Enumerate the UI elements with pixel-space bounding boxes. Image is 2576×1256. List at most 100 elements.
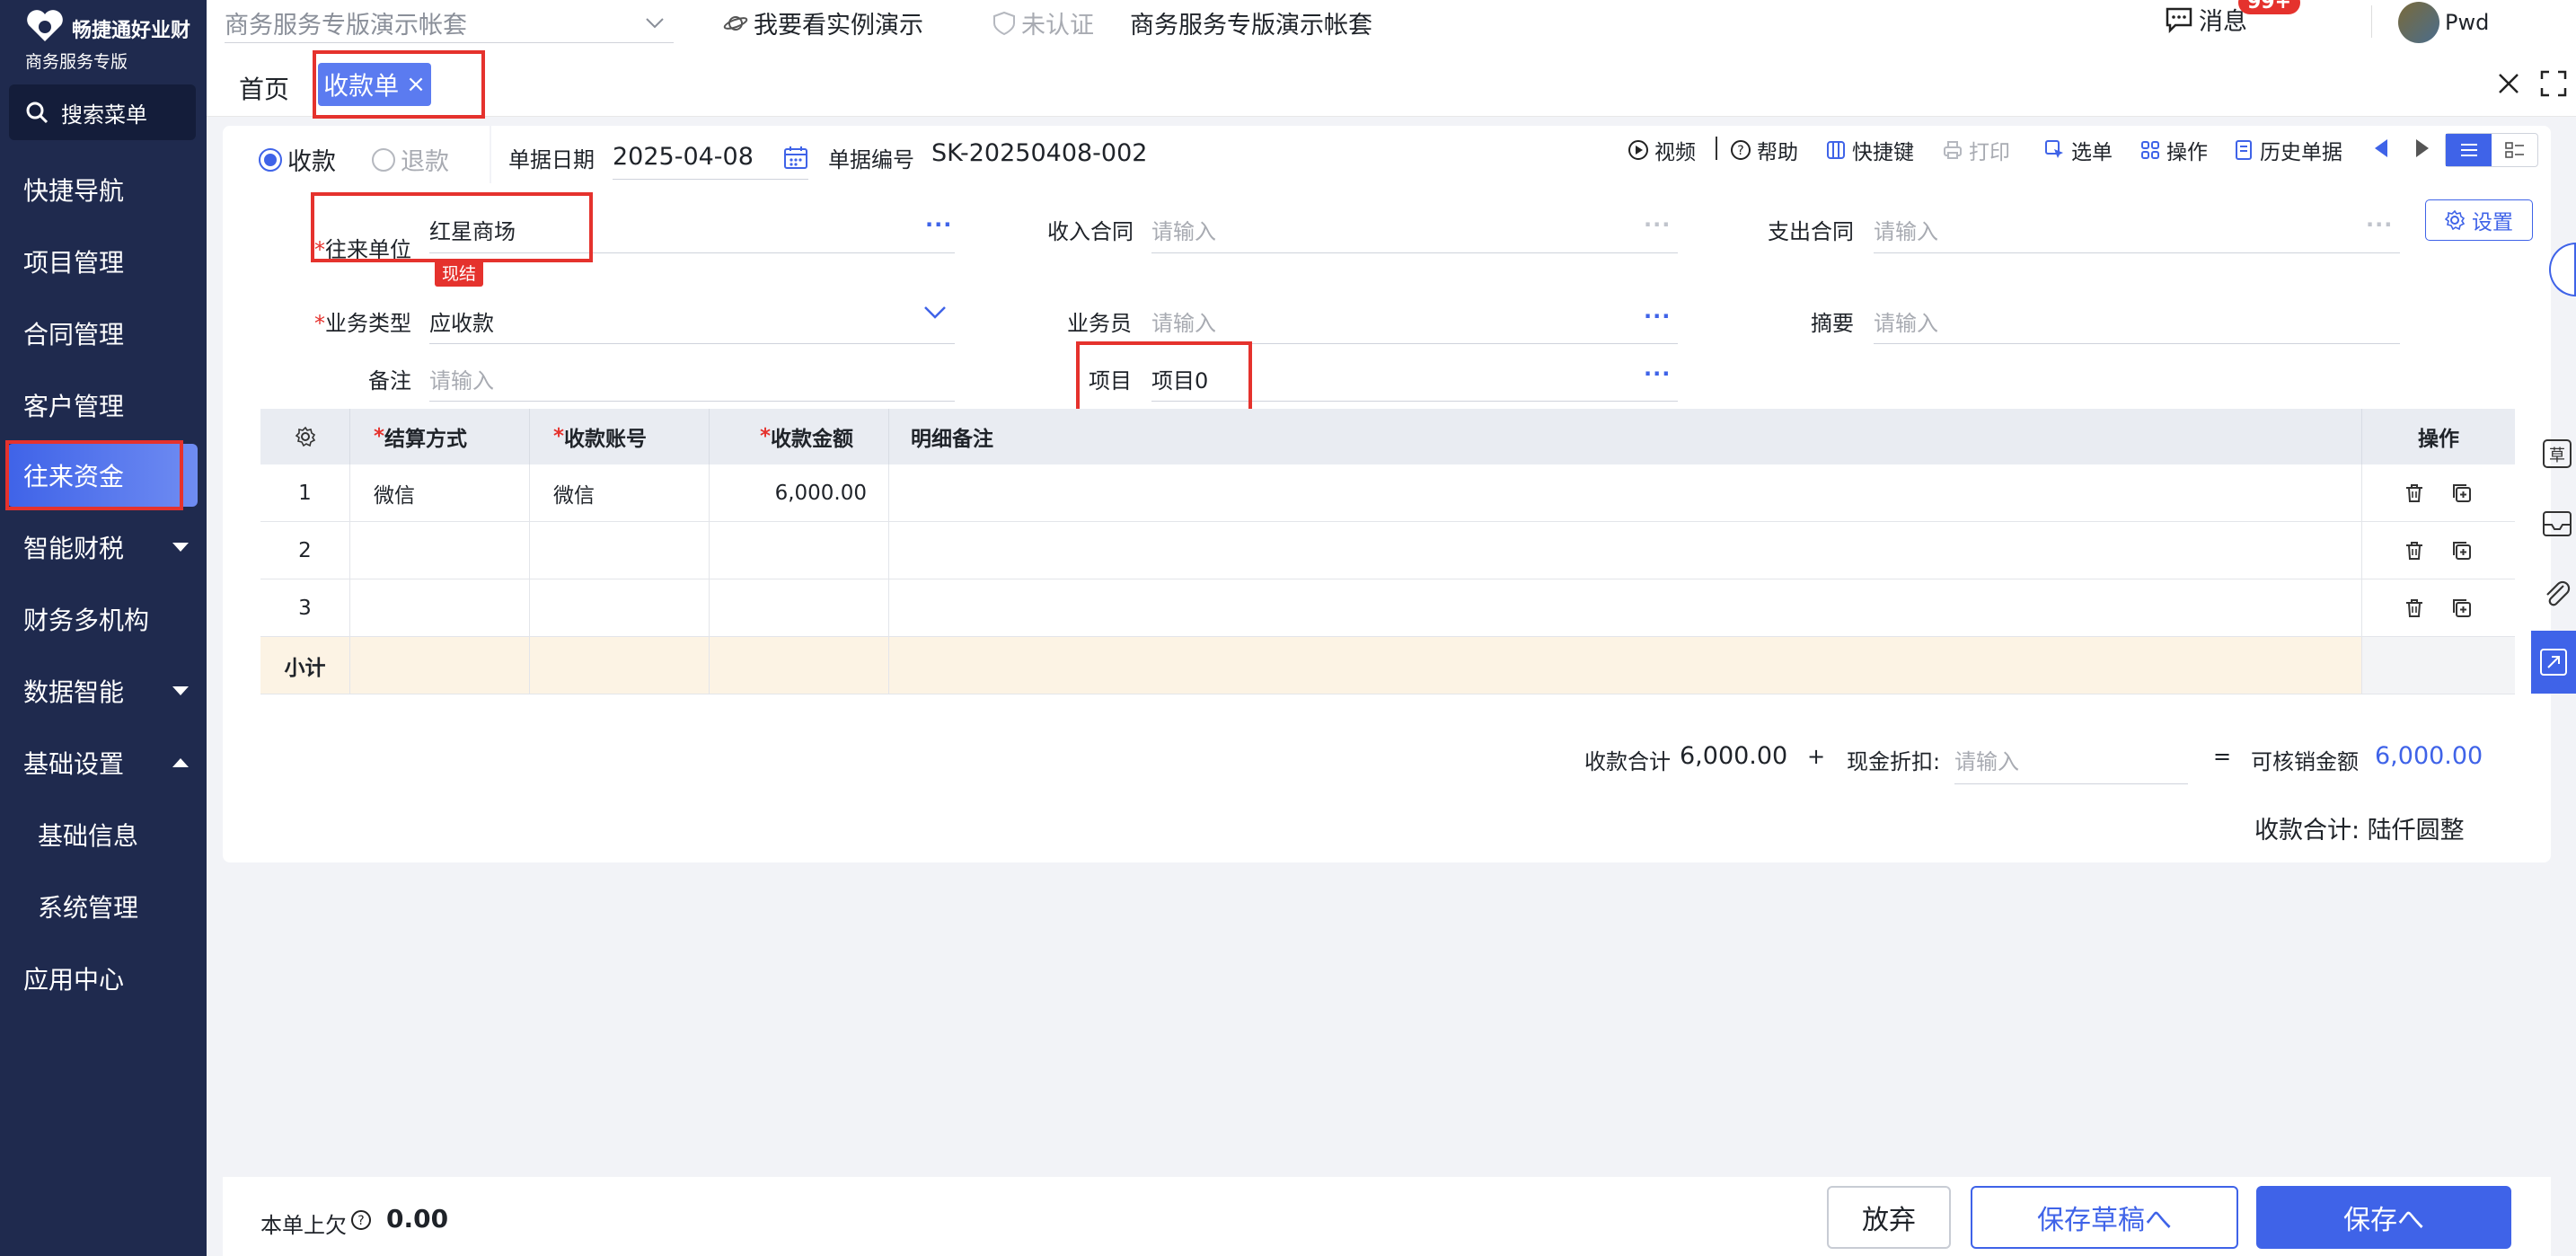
- search-menu-button[interactable]: 搜索菜单: [9, 84, 196, 140]
- copy-add-icon[interactable]: [2451, 482, 2473, 504]
- salesperson-picker-icon[interactable]: ···: [1644, 304, 1671, 329]
- attachment-icon[interactable]: [2538, 575, 2576, 613]
- table-cell-note[interactable]: [889, 522, 2362, 579]
- select-label: 选单: [2071, 141, 2113, 164]
- expand-icon: [2540, 649, 2567, 676]
- date-field[interactable]: 2025-04-08: [613, 135, 808, 180]
- project-picker-icon[interactable]: ···: [1644, 361, 1671, 386]
- calendar-icon[interactable]: [783, 145, 808, 170]
- sidebar-item-label: 数据智能: [23, 677, 125, 707]
- sidebar-item[interactable]: 智能财税: [0, 516, 207, 579]
- shortcut-label: 快捷键: [1852, 141, 1914, 164]
- trash-icon[interactable]: [2404, 540, 2424, 562]
- project-value[interactable]: 项目0: [1151, 363, 1208, 394]
- sidebar-item-label: 应用中心: [23, 965, 125, 995]
- close-icon[interactable]: ×: [406, 71, 426, 98]
- table-cell-amount[interactable]: 6,000.00: [710, 464, 889, 522]
- demo-link[interactable]: 我要看实例演示: [723, 5, 923, 40]
- expense-contract-picker-icon[interactable]: ···: [2366, 212, 2393, 237]
- table-cell-note[interactable]: [889, 579, 2362, 637]
- discard-button[interactable]: 放弃: [1827, 1186, 1951, 1249]
- table-row-ops: [2362, 579, 2515, 637]
- table-cell-amount[interactable]: [710, 522, 889, 579]
- user-menu[interactable]: Pwd: [2398, 2, 2489, 43]
- select-button[interactable]: 选单: [2044, 135, 2113, 165]
- document-icon: [2236, 140, 2252, 160]
- discount-input[interactable]: 请输入: [1954, 744, 2019, 775]
- video-button[interactable]: 视频: [1628, 135, 1696, 165]
- play-icon: [1628, 140, 1648, 160]
- sidebar-item[interactable]: 系统管理: [0, 875, 207, 938]
- sidebar-item[interactable]: 财务多机构: [0, 588, 207, 650]
- sidebar-item[interactable]: 数据智能: [0, 659, 207, 722]
- sidebar-item[interactable]: 基础设置: [0, 731, 207, 794]
- copy-add-icon[interactable]: [2451, 540, 2473, 562]
- tab-receipt[interactable]: 收款单 ×: [318, 63, 431, 106]
- sidebar-item[interactable]: 项目管理: [0, 230, 207, 293]
- close-all-icon[interactable]: [2497, 72, 2520, 95]
- expand-button[interactable]: [2531, 631, 2576, 694]
- sidebar-item[interactable]: 基础信息: [0, 803, 207, 866]
- print-button[interactable]: 打印: [1942, 135, 2010, 165]
- partner-picker-icon[interactable]: ···: [925, 212, 952, 237]
- sidebar-item[interactable]: 合同管理: [0, 302, 207, 365]
- column-settings[interactable]: [260, 409, 350, 464]
- summary-input[interactable]: 请输入: [1874, 305, 1938, 337]
- table-cell-amount[interactable]: [710, 579, 889, 637]
- trash-icon[interactable]: [2404, 482, 2424, 504]
- prev-arrow-icon[interactable]: [2373, 137, 2389, 159]
- list-view-icon[interactable]: [2446, 134, 2492, 166]
- settings-label: 设置: [2472, 211, 2513, 234]
- income-contract-input[interactable]: 请输入: [1151, 214, 1216, 245]
- table-cell-method[interactable]: [350, 522, 530, 579]
- sidebar-item[interactable]: 往来资金: [7, 444, 198, 507]
- copy-add-icon[interactable]: [2451, 597, 2473, 619]
- account-select[interactable]: 商务服务专版演示帐套: [225, 4, 674, 43]
- radio-unchecked-icon: [372, 147, 395, 172]
- inbox-icon[interactable]: [2538, 505, 2576, 543]
- table-cell-account[interactable]: [530, 579, 710, 637]
- salesperson-input[interactable]: 请输入: [1151, 305, 1216, 337]
- view-toggle[interactable]: [2445, 133, 2538, 167]
- tab-home[interactable]: 首页: [239, 70, 289, 106]
- table-cell-method[interactable]: 微信: [350, 464, 530, 522]
- settings-button[interactable]: 设置: [2425, 199, 2533, 241]
- sidebar-item-label: 财务多机构: [23, 606, 150, 635]
- floating-assistant[interactable]: [2549, 243, 2576, 296]
- cert-status[interactable]: 未认证: [992, 5, 1094, 40]
- remark-input[interactable]: 请输入: [429, 363, 494, 394]
- table-cell-note[interactable]: [889, 464, 2362, 522]
- help-icon[interactable]: ?: [350, 1209, 372, 1231]
- save-button[interactable]: 保存へ: [2256, 1186, 2511, 1249]
- messages-button[interactable]: 消息: [2165, 2, 2247, 37]
- save-draft-button[interactable]: 保存草稿へ: [1971, 1186, 2238, 1249]
- next-arrow-icon[interactable]: [2414, 137, 2430, 159]
- income-contract-picker-icon[interactable]: ···: [1644, 212, 1671, 237]
- sidebar-item[interactable]: 应用中心: [0, 947, 207, 1010]
- history-button[interactable]: 历史单据: [2233, 135, 2342, 165]
- number-label: 单据编号: [828, 147, 914, 172]
- gear-icon: [295, 426, 315, 447]
- table-cell-account[interactable]: 微信: [530, 464, 710, 522]
- table-row-ops: [2362, 522, 2515, 579]
- radio-refund[interactable]: 退款: [372, 142, 449, 177]
- partner-value[interactable]: 红星商场: [429, 214, 516, 245]
- table-cell-method[interactable]: [350, 579, 530, 637]
- help-button[interactable]: ? 帮助: [1730, 135, 1798, 165]
- trash-icon[interactable]: [2404, 597, 2424, 619]
- card-view-icon[interactable]: [2492, 134, 2537, 166]
- salesperson-label: 业务员: [1067, 311, 1132, 336]
- brand-logo[interactable]: 畅捷通好业财 商务服务专版: [20, 4, 208, 74]
- expense-contract-input[interactable]: 请输入: [1874, 214, 1938, 245]
- sidebar-item[interactable]: 快捷导航: [0, 158, 207, 221]
- chevron-down-icon[interactable]: [923, 305, 947, 320]
- draft-icon[interactable]: 草: [2538, 435, 2576, 473]
- shortcut-button[interactable]: 快捷键: [1825, 135, 1914, 165]
- sidebar-item[interactable]: 客户管理: [0, 374, 207, 437]
- radio-receive[interactable]: 收款: [259, 142, 336, 177]
- biz-type-value[interactable]: 应收款: [429, 305, 494, 337]
- operate-button[interactable]: 操作: [2139, 135, 2208, 165]
- table-cell-account[interactable]: [530, 522, 710, 579]
- svg-text:草: 草: [2549, 447, 2565, 465]
- fullscreen-icon[interactable]: [2540, 70, 2567, 97]
